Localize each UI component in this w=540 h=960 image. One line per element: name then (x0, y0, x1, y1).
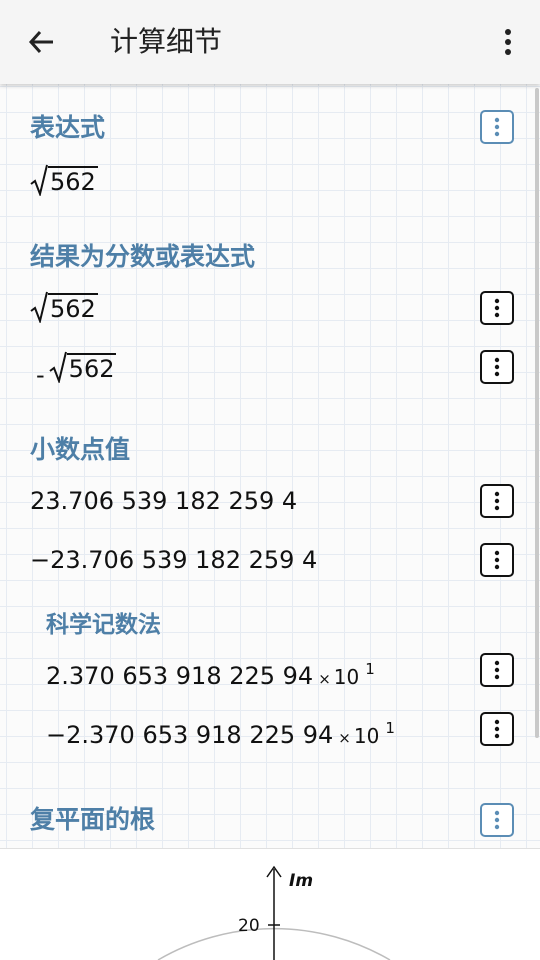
row-menu-button[interactable] (480, 291, 514, 325)
complex-roots-heading: 复平面的根 (30, 805, 156, 834)
page-title: 计算细节 (110, 25, 223, 58)
more-vertical-icon (494, 298, 500, 318)
sqrt-expression: 562 (30, 291, 98, 323)
back-button[interactable] (22, 22, 62, 62)
fraction-results-heading: 结果为分数或表达式 (30, 242, 256, 271)
base: 10 (353, 724, 380, 748)
radicand: 562 (66, 353, 117, 383)
exponent: 1 (365, 660, 375, 678)
expression-menu-button[interactable] (480, 110, 514, 144)
times-sign: × (338, 729, 351, 747)
times-sign: × (318, 670, 331, 688)
radical-sign-icon (30, 164, 48, 196)
fraction-result-row[interactable]: - 562 (36, 351, 117, 391)
more-vertical-icon (494, 117, 500, 137)
more-vertical-icon (494, 660, 500, 680)
app-bar: 计算细节 (0, 0, 540, 84)
row-menu-button[interactable] (480, 653, 514, 687)
expression-heading: 表达式 (30, 113, 106, 142)
radical-sign-icon (49, 351, 67, 383)
tick-label: 20 (238, 916, 260, 936)
mantissa: −2.370 653 918 225 94 (46, 721, 334, 749)
complex-roots-menu-button[interactable] (480, 803, 514, 837)
exponent: 1 (385, 719, 395, 737)
row-menu-button[interactable] (480, 350, 514, 384)
overflow-menu-button[interactable] (488, 22, 528, 62)
more-vertical-icon (494, 357, 500, 377)
sqrt-expression: 562 (49, 351, 117, 383)
radicand: 562 (48, 166, 98, 196)
complex-plane-plot[interactable]: Im 20 (0, 849, 540, 960)
axis-label-im: Im (289, 871, 313, 891)
more-vertical-icon (494, 719, 500, 739)
row-menu-button[interactable] (480, 484, 514, 518)
decimal-value[interactable]: 23.706 539 182 259 4 (30, 485, 297, 517)
scientific-heading: 科学记数法 (46, 612, 161, 638)
radicand: 562 (48, 293, 98, 323)
scientific-value[interactable]: −2.370 653 918 225 94 × 10 1 (46, 712, 395, 754)
expression-value: 562 (30, 164, 98, 204)
scientific-value[interactable]: 2.370 653 918 225 94 × 10 1 (46, 653, 375, 695)
sqrt-expression: 562 (30, 164, 98, 196)
more-vertical-icon (494, 550, 500, 570)
mantissa: 2.370 653 918 225 94 (46, 662, 314, 690)
base: 10 (333, 665, 360, 689)
scrollbar[interactable] (535, 88, 539, 738)
more-vertical-icon (494, 810, 500, 830)
arrow-left-icon (28, 30, 53, 54)
negative-sign: - (36, 361, 45, 389)
decimal-value[interactable]: −23.706 539 182 259 4 (30, 544, 317, 576)
decimal-heading: 小数点值 (30, 435, 131, 464)
more-vertical-icon (505, 29, 511, 55)
fraction-result-row[interactable]: 562 (30, 291, 98, 331)
row-menu-button[interactable] (480, 712, 514, 746)
more-vertical-icon (494, 491, 500, 511)
row-menu-button[interactable] (480, 543, 514, 577)
radical-sign-icon (30, 291, 48, 323)
